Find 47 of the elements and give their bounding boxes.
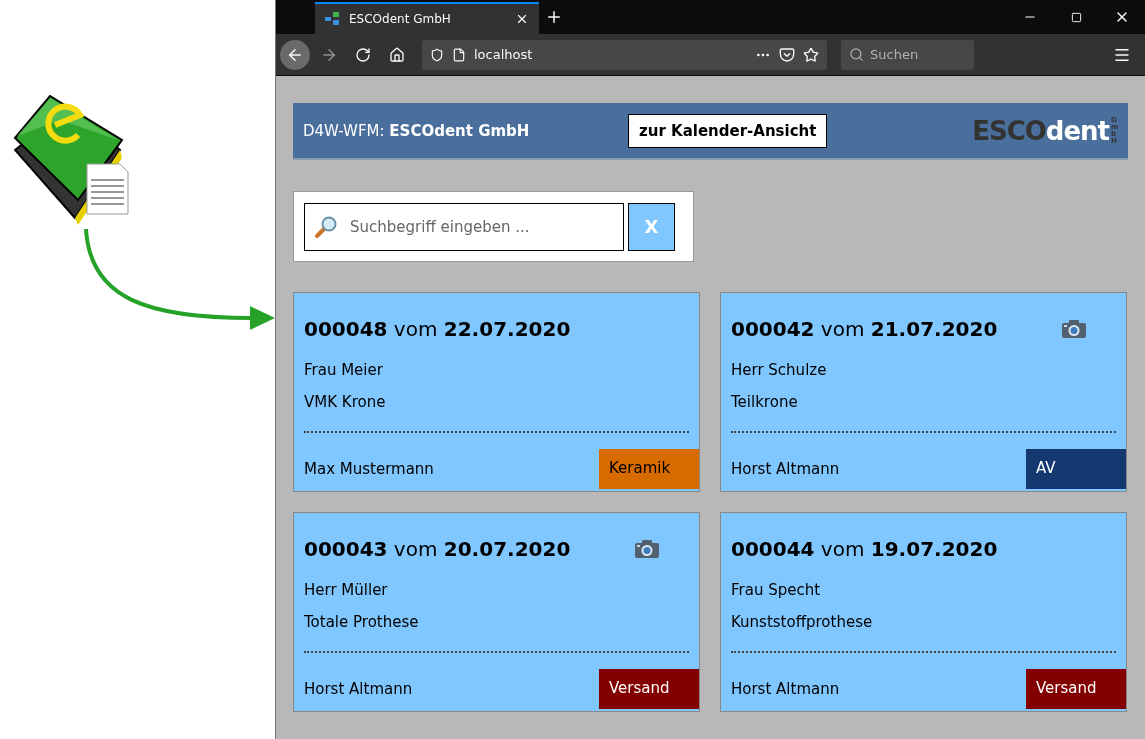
address-bar[interactable]: localhost: [422, 39, 827, 70]
work-type: Totale Prothese: [304, 613, 420, 631]
home-icon: [389, 46, 405, 63]
search-placeholder: Suchen: [870, 47, 919, 62]
work-type: VMK Krone: [304, 393, 387, 411]
work-type: Kunststoffprothese: [731, 613, 874, 631]
tab-title: ESCOdent GmbH: [349, 12, 452, 26]
search-field[interactable]: Suchbegriff eingeben ...: [304, 202, 624, 251]
close-icon[interactable]: [515, 12, 529, 26]
order-title: 000048 vom 22.07.2020: [304, 317, 572, 341]
plus-icon: [545, 8, 563, 26]
order-card[interactable]: 000048 vom 22.07.2020 Frau Meier VMK Krone Max Mustermann Keramik: [293, 292, 700, 492]
technician-name: Horst Altmann: [304, 680, 414, 698]
patient-name: Herr Schulze: [731, 361, 828, 379]
calendar-view-button[interactable]: zur Kalender-Ansicht: [628, 113, 828, 148]
pocket-icon[interactable]: [779, 46, 795, 63]
status-tag: Versand: [1026, 669, 1126, 709]
order-title: 000043 vom 20.07.2020: [304, 537, 572, 561]
order-title: 000044 vom 19.07.2020: [731, 537, 999, 561]
status-tag: Versand: [599, 669, 699, 709]
page-icon: [452, 47, 466, 62]
status-tag: AV: [1026, 449, 1126, 489]
order-title: 000042 vom 21.07.2020: [731, 317, 999, 341]
maximize-icon: [1070, 11, 1082, 23]
shield-icon: [430, 47, 444, 62]
order-card[interactable]: 000042 vom 21.07.2020 Herr Schulze Teilkrone Horst Altmann AV: [720, 292, 1127, 492]
web-search-field[interactable]: Suchen: [841, 39, 974, 70]
favicon-icon: [325, 12, 341, 26]
header-title: D4W-WFM: ESCOdent GmbH: [303, 121, 531, 140]
technician-name: Max Mustermann: [304, 460, 435, 478]
order-card[interactable]: 000044 vom 19.07.2020 Frau Specht Kunststoffprothese Horst Altmann Versand: [720, 512, 1127, 712]
bookmark-star-icon[interactable]: [803, 46, 819, 63]
browser-tab[interactable]: ESCOdent GmbH: [315, 2, 539, 34]
technician-name: Horst Altmann: [731, 680, 841, 698]
url-text: localhost: [474, 47, 534, 62]
app-icon-drawing[interactable]: [13, 94, 129, 225]
patient-name: Frau Specht: [731, 581, 822, 599]
work-type: Teilkrone: [731, 393, 799, 411]
patient-name: Frau Meier: [304, 361, 384, 379]
order-card[interactable]: 000043 vom 20.07.2020 Herr Müller Totale Prothese Horst Altmann Versand: [293, 512, 700, 712]
magnifier-icon: [314, 214, 338, 239]
search-icon: [849, 47, 864, 62]
back-button[interactable]: [280, 39, 310, 70]
technician-name: Horst Altmann: [731, 460, 841, 478]
reload-icon: [355, 46, 371, 63]
patient-name: Herr Müller: [304, 581, 389, 599]
status-tag: Keramik: [599, 449, 699, 489]
